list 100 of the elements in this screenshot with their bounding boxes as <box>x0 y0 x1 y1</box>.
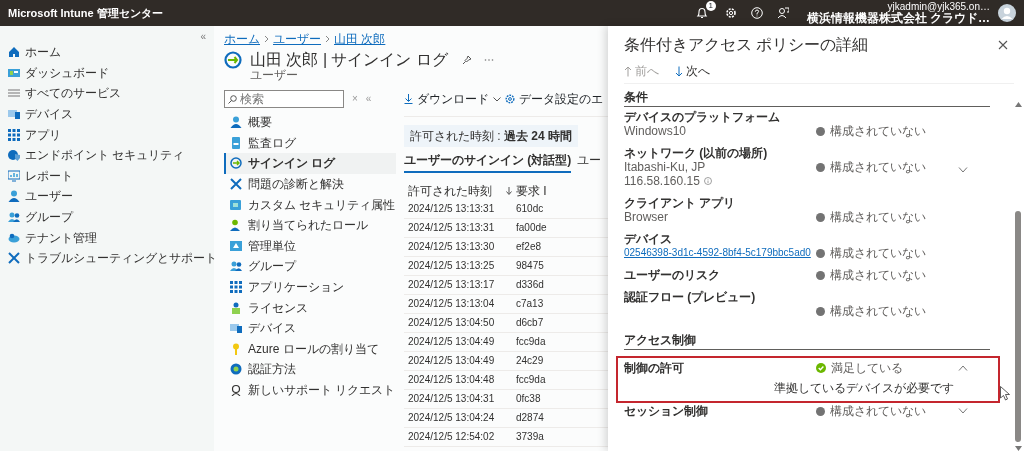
menu-item[interactable]: 認証方法 <box>224 359 396 380</box>
status-text: 構成されていない <box>830 160 926 174</box>
table-cell: fa00de <box>516 221 547 235</box>
nav-item[interactable]: ダッシュボード <box>6 62 111 84</box>
table-cell: d336d <box>516 278 544 292</box>
column-header[interactable]: 許可された時刻 <box>408 183 492 198</box>
nav-item[interactable]: テナント管理 <box>6 227 99 248</box>
dashboard-icon <box>8 66 20 79</box>
table-cell: 98475 <box>516 259 544 273</box>
toolbar-button[interactable]: データ設定のエ <box>505 90 603 108</box>
table-cell: c7a13 <box>516 297 544 311</box>
status-text: 構成されていない <box>830 268 926 282</box>
status-text: 構成されていない <box>830 246 926 260</box>
bell-icon <box>695 7 708 19</box>
chevron-down-icon <box>958 167 968 173</box>
cloud-icon <box>8 231 20 244</box>
table-cell: 0fc38 <box>516 392 541 406</box>
chart-monitor-icon <box>8 169 20 182</box>
filter-pill[interactable]: 許可された時刻 : 過去 24 時間 <box>404 125 579 147</box>
help-icon <box>750 7 763 19</box>
device-link[interactable]: 02546398-3d1c-4592-8bf4-5c179bbc5ad0 <box>624 246 811 260</box>
notification-count: 1 <box>705 1 716 11</box>
app-title: Microsoft Intune 管理センター <box>8 7 163 19</box>
section-heading: 条件 <box>624 90 990 107</box>
download-button[interactable]: ダウンロード <box>404 90 501 108</box>
scrollbar[interactable] <box>1014 102 1022 451</box>
table-cell-text: 2024/12/5 13:13:25 <box>407 259 496 273</box>
section-heading: アクセス制御 <box>624 333 990 350</box>
table-cell-text: 2024/12/5 13:04:49 <box>407 335 496 349</box>
status-text: 構成されていない <box>830 210 926 224</box>
nav-item[interactable]: トラブルシューティングとサポート <box>6 247 219 269</box>
field-label: デバイス <box>624 232 673 246</box>
table-cell-text: 2024/12/5 13:13:17 <box>407 278 496 292</box>
menu-item[interactable]: デバイス <box>224 317 396 339</box>
breadcrumb-link[interactable]: ユーザー <box>273 32 321 46</box>
person-icon <box>230 116 242 129</box>
key-icon <box>230 342 242 355</box>
search-field[interactable]: 検索 <box>224 90 344 108</box>
table-cell-text: 2024/12/5 13:04:24 <box>407 411 496 425</box>
close-button[interactable] <box>998 40 1008 50</box>
nav-item[interactable]: エンドポイント セキュリティ <box>6 144 187 166</box>
nav-item[interactable]: レポート <box>6 165 75 187</box>
table-cell-text: 2024/12/5 13:04:48 <box>407 373 496 387</box>
menu-item[interactable]: 管理単位 <box>224 235 396 257</box>
scrollbar-thumb[interactable] <box>1015 211 1021 442</box>
table-cell: d6cb7 <box>516 316 544 330</box>
chevron-right-icon <box>325 35 330 43</box>
person-icon <box>8 190 20 203</box>
nav-item[interactable]: ユーザー <box>6 186 75 207</box>
collapse-button[interactable]: « <box>200 32 206 42</box>
menu-item[interactable]: 概要 <box>224 112 396 133</box>
column-header[interactable]: 要求 I <box>516 183 547 198</box>
tab[interactable]: ユー <box>577 151 602 173</box>
avatar-icon <box>998 4 1016 22</box>
scroll-up-icon <box>1014 102 1022 107</box>
table-cell-text: 2024/12/5 13:13:31 <box>407 221 496 235</box>
breadcrumb-link[interactable]: 山田 次郎 <box>334 32 386 46</box>
notifications-button[interactable] <box>694 6 709 20</box>
tab[interactable]: ユーザーのサインイン (対話型) <box>404 151 572 173</box>
status-text: 構成されていない <box>830 304 926 318</box>
nav-item[interactable]: すべてのサービス <box>6 83 123 104</box>
field-label: ユーザーのリスク <box>624 268 721 282</box>
nav-item[interactable]: アプリ <box>6 124 63 145</box>
field-label: ネットワーク (以前の場所) <box>624 146 769 160</box>
menu-item[interactable]: サインイン ログ <box>224 153 396 174</box>
person-icon <box>230 219 242 232</box>
pin-icon <box>461 55 472 65</box>
arrow-up-icon <box>624 65 632 77</box>
table-cell-text: 2024/12/5 13:13:04 <box>407 297 496 311</box>
menu-item[interactable]: カスタム セキュリティ属性 <box>224 194 396 215</box>
menu-item[interactable]: 割り当てられたロール <box>224 214 396 236</box>
close-icon <box>998 40 1008 50</box>
menu-item[interactable]: 問題の診断と解決 <box>224 173 396 195</box>
grid-icon <box>8 128 20 141</box>
field-value: Browser <box>624 210 668 224</box>
nav-item[interactable]: グループ <box>6 206 75 228</box>
table-cell: 3739a <box>516 430 544 444</box>
menu-item[interactable]: 新しいサポート リクエスト <box>224 379 396 401</box>
support-person-icon <box>230 384 242 396</box>
status-text: 構成されていない <box>830 404 926 418</box>
house-icon <box>8 46 20 59</box>
breadcrumb-link[interactable]: ホーム <box>224 32 260 46</box>
caret-icon <box>493 96 501 102</box>
arrow-down-icon <box>675 65 683 77</box>
menu-item[interactable]: ライセンス <box>224 297 396 318</box>
table-cell-text: 2024/12/5 13:04:31 <box>407 392 496 406</box>
field-value: Windows10 <box>624 124 687 138</box>
table-cell: fcc9da <box>516 335 546 349</box>
field-label: クライアント アプリ <box>624 196 737 210</box>
table-cell: ef2e8 <box>516 240 542 254</box>
menu-item[interactable]: Azure ロールの割り当て <box>224 338 396 360</box>
table-cell: d2874 <box>516 411 544 425</box>
menu-item[interactable]: 監査ログ <box>224 132 396 154</box>
nav-item[interactable]: ホーム <box>6 42 63 63</box>
nav-item[interactable]: デバイス <box>6 103 75 125</box>
table-cell: 610dc <box>516 202 544 216</box>
menu-item[interactable]: アプリケーション <box>224 276 396 298</box>
menu-item[interactable]: グループ <box>224 256 396 277</box>
table-cell-text: 2024/12/5 13:04:49 <box>407 354 496 368</box>
next-button[interactable]: 次へ <box>675 64 710 78</box>
